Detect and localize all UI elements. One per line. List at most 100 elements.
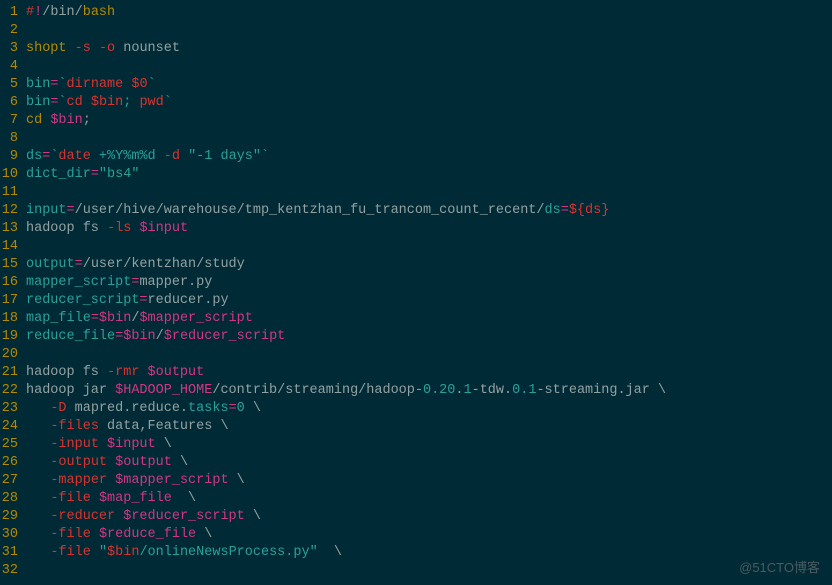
code-line[interactable]: 23 -D mapred.reduce.tasks=0 \ [0, 400, 832, 418]
code-line[interactable]: 11 [0, 184, 832, 202]
code-content[interactable]: map_file=$bin/$mapper_script [26, 310, 832, 328]
token: $input [139, 221, 188, 236]
token: input [26, 203, 67, 218]
code-content[interactable] [26, 238, 832, 256]
code-content[interactable]: #!/bin/bash [26, 4, 832, 22]
token: -reducer [50, 509, 115, 524]
code-line[interactable]: 20 [0, 346, 832, 364]
code-content[interactable]: mapper_script=mapper.py [26, 274, 832, 292]
token [26, 401, 50, 416]
token: "bs4" [99, 167, 140, 182]
code-line[interactable]: 8 [0, 130, 832, 148]
code-line[interactable]: 24 -files data,Features \ [0, 418, 832, 436]
code-line[interactable]: 29 -reducer $reducer_script \ [0, 508, 832, 526]
token: -d [164, 149, 180, 164]
line-number: 25 [0, 436, 26, 454]
code-line[interactable]: 7cd $bin; [0, 112, 832, 130]
code-line[interactable]: 19reduce_file=$bin/$reducer_script [0, 328, 832, 346]
code-line[interactable]: 28 -file $map_file \ [0, 490, 832, 508]
code-editor[interactable]: 1#!/bin/bash23shopt -s -o nounset45bin=`… [0, 0, 832, 580]
code-line[interactable]: 32 [0, 562, 832, 580]
token: -file [50, 491, 91, 506]
token: / [156, 329, 164, 344]
token [83, 95, 91, 110]
code-line[interactable]: 27 -mapper $mapper_script \ [0, 472, 832, 490]
token: \ [318, 545, 342, 560]
token: \ [245, 509, 261, 524]
code-content[interactable]: hadoop fs -ls $input [26, 220, 832, 238]
token [26, 509, 50, 524]
token [91, 527, 99, 542]
token: mapred.reduce. [67, 401, 189, 416]
token: 0.20 [423, 383, 455, 398]
line-number: 9 [0, 148, 26, 166]
code-line[interactable]: 6bin=`cd $bin; pwd` [0, 94, 832, 112]
code-line[interactable]: 10dict_dir="bs4" [0, 166, 832, 184]
code-content[interactable]: dict_dir="bs4" [26, 166, 832, 184]
code-content[interactable] [26, 58, 832, 76]
token: -o [99, 41, 115, 56]
code-content[interactable]: -reducer $reducer_script \ [26, 508, 832, 526]
code-content[interactable] [26, 562, 832, 580]
code-line[interactable]: 5bin=`dirname $0` [0, 76, 832, 94]
code-content[interactable] [26, 346, 832, 364]
code-content[interactable] [26, 130, 832, 148]
code-content[interactable] [26, 184, 832, 202]
line-number: 14 [0, 238, 26, 256]
code-line[interactable]: 18map_file=$bin/$mapper_script [0, 310, 832, 328]
code-line[interactable]: 21hadoop fs -rmr $output [0, 364, 832, 382]
code-content[interactable]: -D mapred.reduce.tasks=0 \ [26, 400, 832, 418]
code-content[interactable]: reduce_file=$bin/$reducer_script [26, 328, 832, 346]
token: ` [58, 95, 66, 110]
token: 1 [464, 383, 472, 398]
token: ds [545, 203, 561, 218]
code-line[interactable]: 25 -input $input \ [0, 436, 832, 454]
code-line[interactable]: 9ds=`date +%Y%m%d -d "-1 days"` [0, 148, 832, 166]
token: \ [172, 455, 188, 470]
code-line[interactable]: 15output=/user/kentzhan/study [0, 256, 832, 274]
code-line[interactable]: 30 -file $reduce_file \ [0, 526, 832, 544]
token: data,Features \ [99, 419, 229, 434]
code-content[interactable]: input=/user/hive/warehouse/tmp_kentzhan_… [26, 202, 832, 220]
code-content[interactable]: -files data,Features \ [26, 418, 832, 436]
code-line[interactable]: 31 -file "$bin/onlineNewsProcess.py" \ [0, 544, 832, 562]
token [26, 527, 50, 542]
line-number: 8 [0, 130, 26, 148]
code-line[interactable]: 12input=/user/hive/warehouse/tmp_kentzha… [0, 202, 832, 220]
code-line[interactable]: 4 [0, 58, 832, 76]
token: $reducer_script [164, 329, 286, 344]
token: $output [148, 365, 205, 380]
code-content[interactable]: -file $reduce_file \ [26, 526, 832, 544]
code-line[interactable]: 2 [0, 22, 832, 40]
code-line[interactable]: 16mapper_script=mapper.py [0, 274, 832, 292]
code-content[interactable]: bin=`cd $bin; pwd` [26, 94, 832, 112]
code-content[interactable]: hadoop fs -rmr $output [26, 364, 832, 382]
code-content[interactable]: bin=`dirname $0` [26, 76, 832, 94]
code-line[interactable]: 13hadoop fs -ls $input [0, 220, 832, 238]
code-line[interactable]: 17reducer_script=reducer.py [0, 292, 832, 310]
code-line[interactable]: 14 [0, 238, 832, 256]
code-content[interactable]: -file "$bin/onlineNewsProcess.py" \ [26, 544, 832, 562]
code-content[interactable]: -output $output \ [26, 454, 832, 472]
token: bash [83, 5, 115, 20]
token: /onlineNewsProcess.py" [139, 545, 317, 560]
code-content[interactable]: shopt -s -o nounset [26, 40, 832, 58]
code-line[interactable]: 3shopt -s -o nounset [0, 40, 832, 58]
line-number: 26 [0, 454, 26, 472]
code-line[interactable]: 22hadoop jar $HADOOP_HOME/contrib/stream… [0, 382, 832, 400]
code-line[interactable]: 26 -output $output \ [0, 454, 832, 472]
code-line[interactable]: 1#!/bin/bash [0, 4, 832, 22]
code-content[interactable]: -input $input \ [26, 436, 832, 454]
code-content[interactable]: ds=`date +%Y%m%d -d "-1 days"` [26, 148, 832, 166]
line-number: 3 [0, 40, 26, 58]
token: ; [83, 113, 91, 128]
token: = [67, 203, 75, 218]
code-content[interactable]: -mapper $mapper_script \ [26, 472, 832, 490]
token [26, 455, 50, 470]
code-content[interactable] [26, 22, 832, 40]
code-content[interactable]: reducer_script=reducer.py [26, 292, 832, 310]
code-content[interactable]: -file $map_file \ [26, 490, 832, 508]
code-content[interactable]: hadoop jar $HADOOP_HOME/contrib/streamin… [26, 382, 832, 400]
code-content[interactable]: cd $bin; [26, 112, 832, 130]
code-content[interactable]: output=/user/kentzhan/study [26, 256, 832, 274]
